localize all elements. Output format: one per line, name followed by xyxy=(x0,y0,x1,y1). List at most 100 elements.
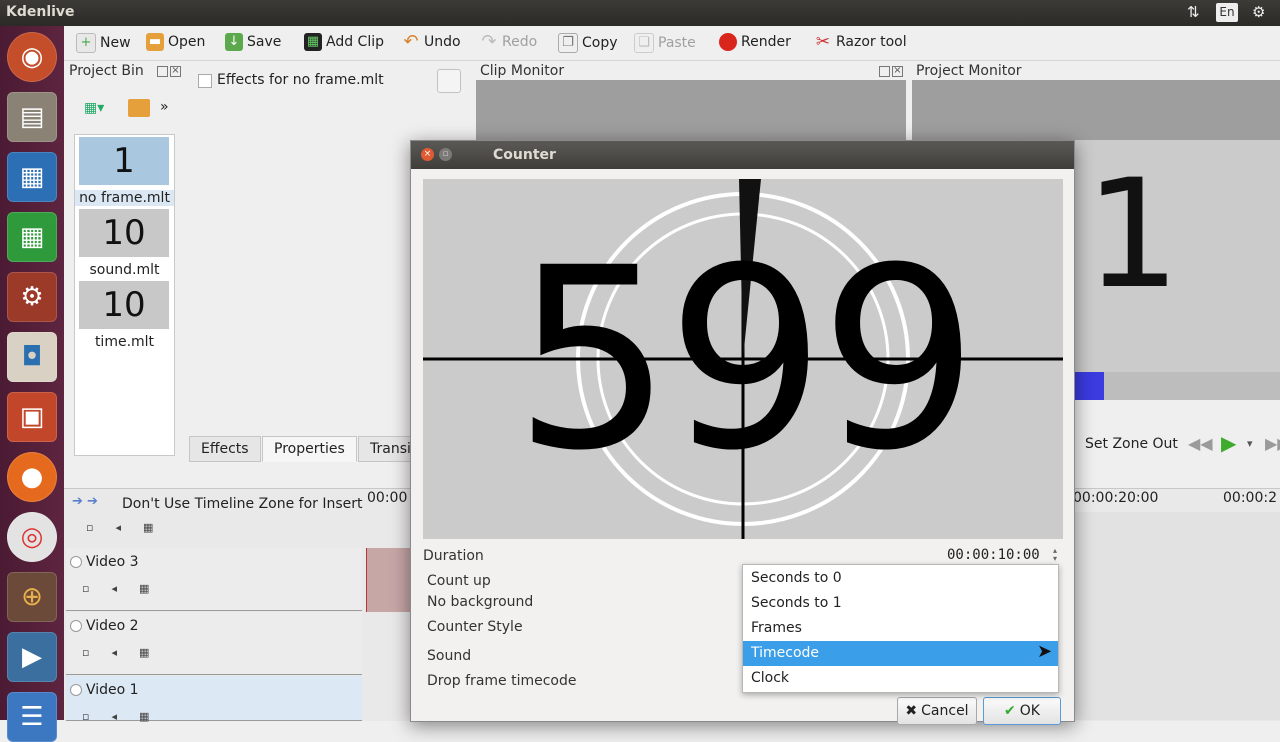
software-center-icon[interactable]: ◘ xyxy=(7,332,57,382)
close-panel-icon[interactable]: × xyxy=(892,66,903,77)
dialog-titlebar[interactable]: × ▫ Counter xyxy=(411,141,1074,169)
new-button[interactable]: + New xyxy=(76,33,131,53)
redo-label: Redo xyxy=(502,34,538,50)
render-button[interactable]: Render xyxy=(719,33,791,51)
scissors-icon: ✂ xyxy=(815,32,831,52)
track-video-1[interactable]: Video 1 ▫◂▦ xyxy=(66,676,362,723)
save-label: Save xyxy=(247,34,282,50)
app-target-icon[interactable]: ⊕ xyxy=(7,572,57,622)
track-radio[interactable] xyxy=(70,620,82,632)
track-radio[interactable] xyxy=(70,684,82,696)
forward-icon[interactable]: ▶▶ xyxy=(1265,434,1280,453)
copy-button[interactable]: ❐ Copy xyxy=(558,33,618,53)
project-bin-list[interactable]: 1 no frame.mlt 10 sound.mlt 10 time.mlt xyxy=(74,134,175,456)
razor-tool-button[interactable]: ✂ Razor tool xyxy=(814,33,907,51)
tab-effects[interactable]: Effects xyxy=(189,436,261,462)
maximize-icon[interactable]: ▫ xyxy=(439,148,452,161)
style-option[interactable]: Seconds to 1 xyxy=(743,591,1058,616)
track-video-2[interactable]: Video 2 ▫◂▦ xyxy=(66,612,362,675)
settings-icon[interactable]: ⚙ xyxy=(7,272,57,322)
track-tool-icons[interactable]: ▫◂▦ xyxy=(82,710,171,723)
project-monitor-view[interactable] xyxy=(912,80,1280,140)
folder-icon: ▬ xyxy=(146,33,164,51)
ok-label: OK xyxy=(1019,703,1040,719)
rewind-icon[interactable]: ◀◀ xyxy=(1188,434,1213,453)
float-panel-icon[interactable] xyxy=(879,66,890,77)
clip-name[interactable]: time.mlt xyxy=(75,334,174,350)
clip-name[interactable]: sound.mlt xyxy=(75,262,174,278)
close-icon[interactable]: × xyxy=(421,148,434,161)
ok-button[interactable]: ✔ OK xyxy=(983,697,1061,725)
float-panel-icon[interactable] xyxy=(157,66,168,77)
files-icon[interactable]: ▤ xyxy=(7,92,57,142)
open-label: Open xyxy=(168,34,206,50)
play-menu-chevron-icon[interactable]: ▾ xyxy=(1247,437,1253,450)
redo-button[interactable]: ↷ Redo xyxy=(480,33,537,51)
razor-label: Razor tool xyxy=(836,34,907,50)
track-name: Video 2 xyxy=(86,618,139,634)
chrome-icon[interactable]: ◎ xyxy=(7,512,57,562)
ubuntu-logo-icon[interactable]: ◉ xyxy=(7,32,57,82)
undo-button[interactable]: ↶ Undo xyxy=(402,33,461,51)
effects-label: Effects for no frame.mlt xyxy=(217,72,384,88)
add-clip-button[interactable]: ▦ Add Clip xyxy=(304,33,384,51)
effect-settings-button[interactable] xyxy=(437,69,461,93)
check-icon: ✔ xyxy=(1004,703,1016,719)
counter-style-dropdown[interactable]: Seconds to 0 Seconds to 1 Frames Timecod… xyxy=(742,564,1059,693)
cancel-button[interactable]: ✖ Cancel xyxy=(897,697,977,725)
ruler-tick: 00:00:20:00 xyxy=(1073,490,1159,506)
new-label: New xyxy=(100,35,131,51)
track-name: Video 1 xyxy=(86,682,139,698)
monitor-zone-bar[interactable] xyxy=(1073,372,1104,400)
more-chevron-icon[interactable]: » xyxy=(160,99,169,115)
save-button[interactable]: ↓ Save xyxy=(225,33,281,51)
clip-thumbnail[interactable]: 10 xyxy=(79,209,169,257)
add-folder-icon[interactable] xyxy=(128,99,150,117)
paste-button[interactable]: ❏ Paste xyxy=(634,33,696,53)
insert-arrow-icon[interactable]: ➔ ➔ xyxy=(72,494,98,509)
track-video-3[interactable]: Video 3 ▫◂▦ xyxy=(66,548,362,611)
calc-icon[interactable]: ▦ xyxy=(7,212,57,262)
track-tool-icons[interactable]: ▫◂▦ xyxy=(82,582,171,595)
clip-thumbnail[interactable]: 1 xyxy=(79,137,169,185)
dialog-title: Counter xyxy=(493,147,556,163)
top-panel: Kdenlive ⇅ En ⚙ xyxy=(0,0,1280,26)
effects-checkbox[interactable] xyxy=(198,74,212,88)
track-radio[interactable] xyxy=(70,556,82,568)
tab-properties[interactable]: Properties xyxy=(262,436,357,462)
impress-icon[interactable]: ▣ xyxy=(7,392,57,442)
duration-value[interactable]: 00:00:10:00 xyxy=(947,547,1040,563)
network-arrows-icon[interactable]: ⇅ xyxy=(1187,3,1200,21)
language-indicator[interactable]: En xyxy=(1216,3,1238,22)
track-tool-icons[interactable]: ▫◂▦ xyxy=(86,521,175,534)
style-option[interactable]: Frames xyxy=(743,616,1058,641)
counter-number: 599 xyxy=(513,213,978,505)
close-panel-icon[interactable]: × xyxy=(170,66,181,77)
set-zone-out-label[interactable]: Set Zone Out xyxy=(1085,436,1178,452)
undo-label: Undo xyxy=(424,34,461,50)
firefox-icon[interactable]: ● xyxy=(7,452,57,502)
track-tool-icons[interactable]: ▫◂▦ xyxy=(82,646,171,659)
tab-transitions[interactable]: Transi xyxy=(358,436,411,462)
play-icon[interactable]: ▶ xyxy=(1221,431,1236,455)
workspace-icon[interactable]: ☰ xyxy=(7,692,57,742)
clip-monitor-view[interactable] xyxy=(476,80,906,140)
clip-thumbnail[interactable]: 10 xyxy=(79,281,169,329)
monitor-ruler[interactable] xyxy=(1073,372,1280,400)
mouse-cursor-icon: ➤ xyxy=(1037,641,1053,662)
kdenlive-icon[interactable]: ▶ xyxy=(7,632,57,682)
timeline-tracks-area[interactable] xyxy=(1073,512,1280,720)
add-clip-menu-icon[interactable]: ▦▾ xyxy=(84,100,104,116)
timeline-clip[interactable] xyxy=(366,548,411,612)
paste-label: Paste xyxy=(658,35,696,51)
style-option[interactable]: Clock xyxy=(743,666,1058,691)
open-button[interactable]: ▬ Open xyxy=(146,33,205,51)
style-option[interactable]: Seconds to 0 xyxy=(743,566,1058,591)
style-option-selected[interactable]: Timecode xyxy=(743,641,1058,666)
track-name: Video 3 xyxy=(86,554,139,570)
power-icon[interactable]: ⚙ xyxy=(1252,3,1265,21)
clip-name[interactable]: no frame.mlt xyxy=(75,190,174,206)
writer-icon[interactable]: ▦ xyxy=(7,152,57,202)
duration-spin-icon[interactable]: ▴ ▾ xyxy=(1053,547,1057,563)
zone-toggle-label[interactable]: Don't Use Timeline Zone for Insert xyxy=(122,496,363,512)
